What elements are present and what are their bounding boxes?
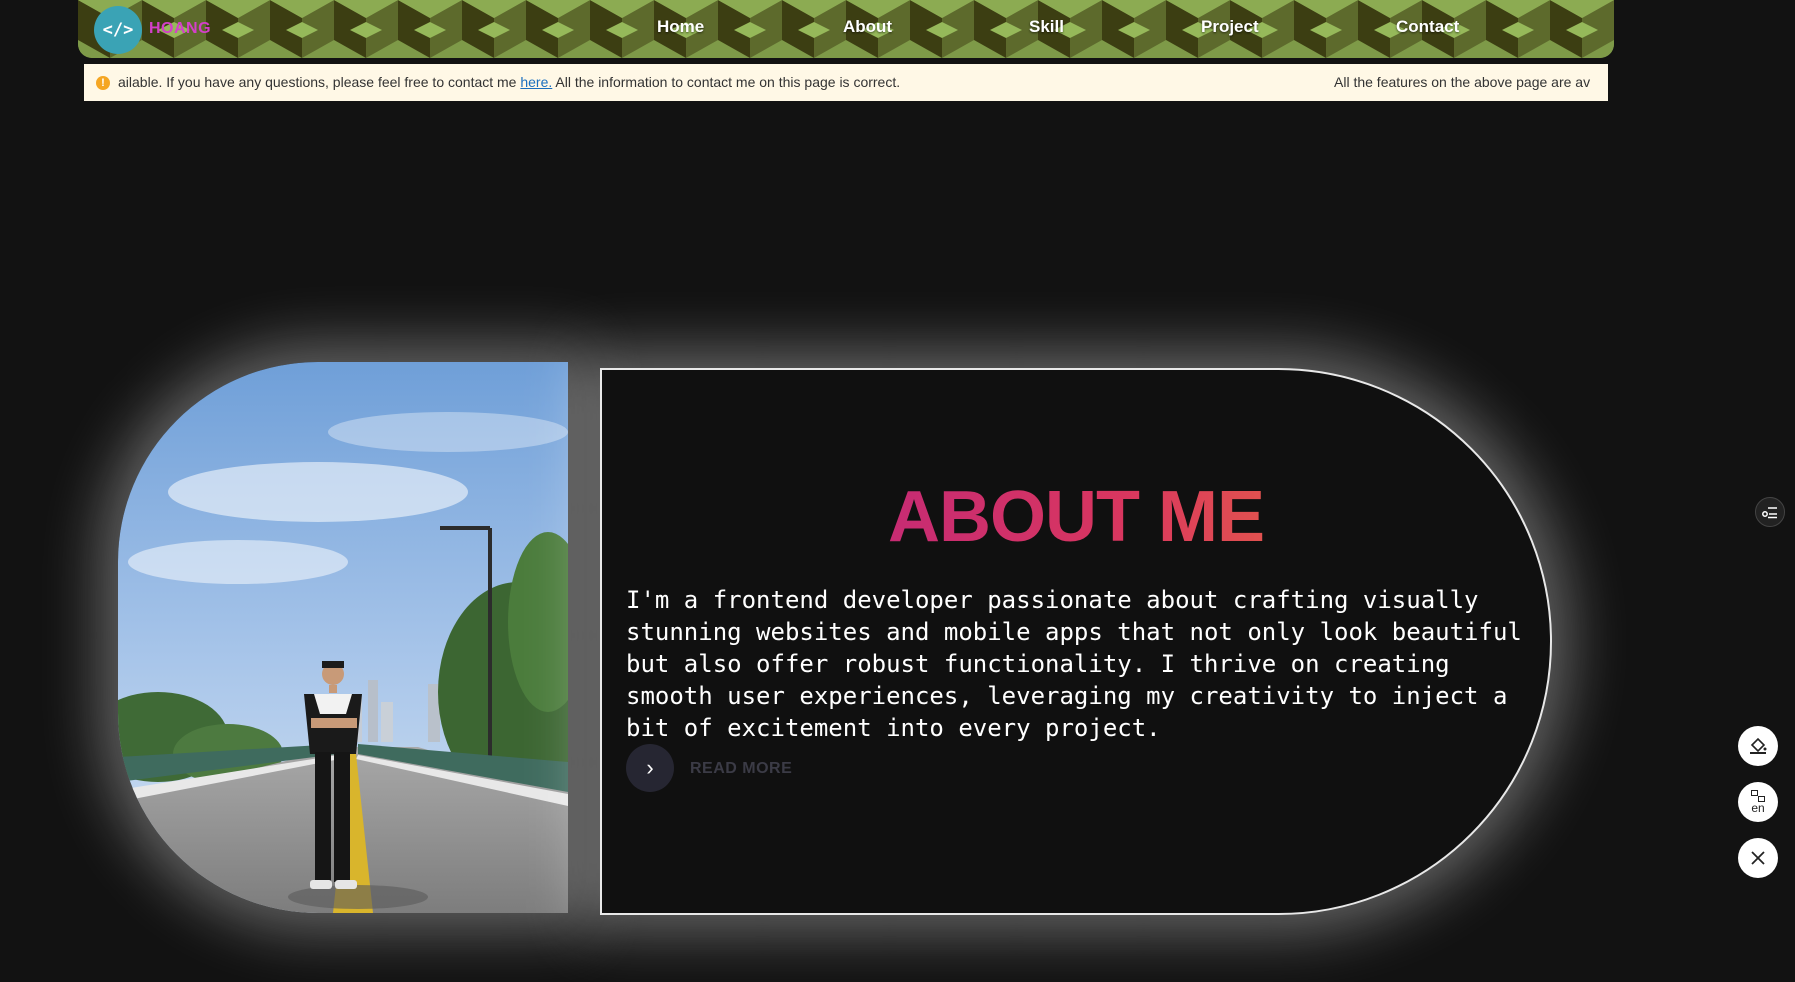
nav-skill[interactable]: Skill (1029, 17, 1064, 37)
menu-list-icon[interactable] (1755, 497, 1785, 527)
brand-name[interactable]: HOANG (149, 20, 211, 38)
profile-photo (118, 362, 568, 913)
notice-message-trailing: All the features on the above page are a… (1334, 74, 1591, 90)
language-code: en (1751, 801, 1765, 815)
paint-bucket-button[interactable] (1738, 726, 1778, 766)
navbar: </> HOANG Home About Skill Project Conta… (78, 0, 1614, 58)
nav-about[interactable]: About (843, 17, 892, 37)
warning-icon: ! (96, 76, 110, 90)
about-description: I'm a frontend developer passionate abou… (626, 586, 1522, 742)
contact-link[interactable]: here. (520, 74, 552, 90)
read-more-button[interactable]: › (626, 744, 674, 792)
paint-bucket-icon (1750, 737, 1767, 754)
close-icon (1751, 851, 1765, 865)
about-title: ABOUT ME (602, 476, 1550, 558)
logo-icon[interactable]: </> (94, 6, 142, 54)
nav-home[interactable]: Home (657, 17, 704, 37)
notice-message: ailable. If you have any questions, plea… (118, 74, 901, 90)
language-button[interactable]: en (1738, 782, 1778, 822)
nav-project[interactable]: Project (1201, 17, 1259, 37)
chevron-right-icon: › (646, 755, 654, 780)
read-more-label[interactable]: READ MORE (690, 760, 792, 778)
nav-contact[interactable]: Contact (1396, 17, 1459, 37)
close-button[interactable] (1738, 838, 1778, 878)
notice-bar: ! ailable. If you have any questions, pl… (84, 64, 1608, 101)
about-card: ABOUT ME I'm a frontend developer passio… (600, 368, 1552, 915)
